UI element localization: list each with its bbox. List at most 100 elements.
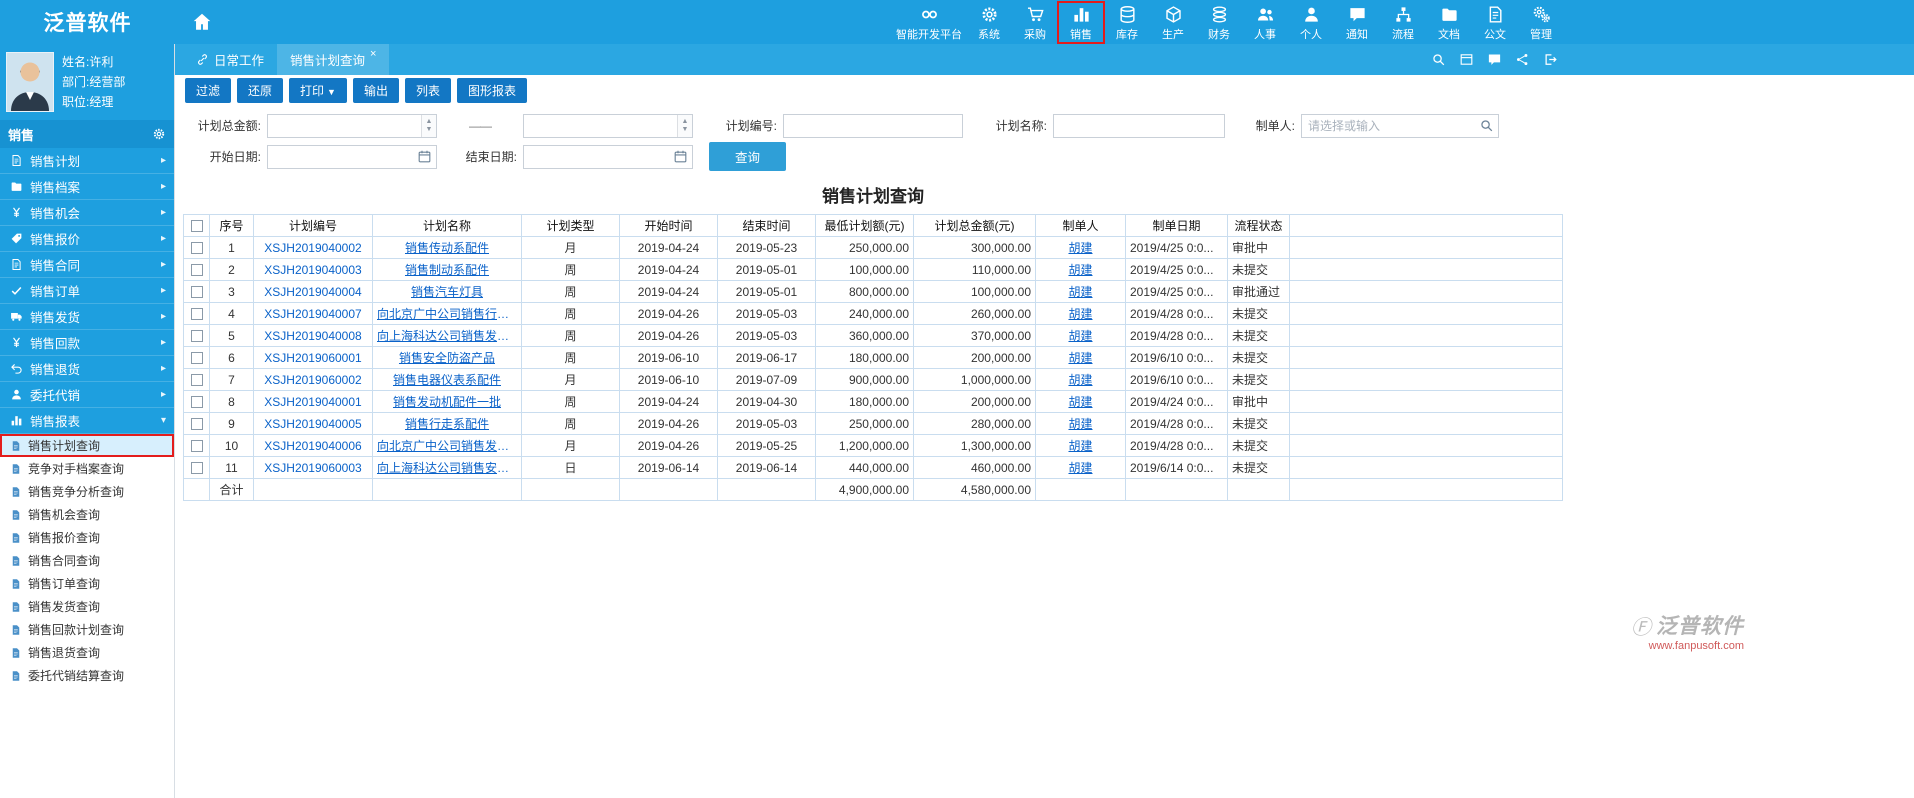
message-icon[interactable] [1487,52,1502,67]
sidebar-menu-item[interactable]: 销售计划 ▸ [0,148,174,174]
creator-input[interactable] [1301,114,1499,138]
query-button[interactable]: 查询 [709,142,786,171]
toolbar-button[interactable]: 输出 [353,78,399,103]
topnav-item[interactable]: 个人 [1288,2,1334,43]
plan-name-link[interactable]: 向北京广中公司销售发动机配 [377,437,517,454]
row-checkbox[interactable] [191,374,203,386]
plan-name-link[interactable]: 销售汽车灯具 [377,283,517,300]
sidebar-menu-item[interactable]: 销售机会 ▸ [0,200,174,226]
sidebar-submenu-item[interactable]: 销售回款计划查询 [0,618,174,641]
plan-no-link[interactable]: XSJH2019040005 [258,417,368,431]
topnav-item[interactable]: 流程 [1380,2,1426,43]
column-header[interactable]: 计划类型 [522,215,620,237]
sidebar-menu-item[interactable]: 销售回款 ▸ [0,330,174,356]
share-icon[interactable] [1515,52,1530,67]
sidebar-submenu-item[interactable]: 销售订单查询 [0,572,174,595]
sidebar-submenu-item[interactable]: 销售合同查询 [0,549,174,572]
plan-name-link[interactable]: 销售安全防盗产品 [377,349,517,366]
column-header[interactable]: 序号 [210,215,254,237]
plan-no-link[interactable]: XSJH2019040004 [258,285,368,299]
sidebar-submenu-item[interactable]: 销售机会查询 [0,503,174,526]
creator-link[interactable]: 胡建 [1040,371,1121,388]
creator-link[interactable]: 胡建 [1040,349,1121,366]
plan-no-link[interactable]: XSJH2019060003 [258,461,368,475]
plan-name-link[interactable]: 向上海科达公司销售安全防盗 [377,459,517,476]
column-header[interactable]: 计划编号 [254,215,373,237]
plan-name-link[interactable]: 向上海科达公司销售发动机配 [377,327,517,344]
sidebar-menu-item[interactable]: 销售订单 ▸ [0,278,174,304]
plan-no-link[interactable]: XSJH2019040002 [258,241,368,255]
plan-name-link[interactable]: 向北京广中公司销售行走系配 [377,305,517,322]
sidebar-submenu-item[interactable]: 销售报价查询 [0,526,174,549]
row-checkbox[interactable] [191,330,203,342]
column-header[interactable]: 结束时间 [718,215,816,237]
window-icon[interactable] [1459,52,1474,67]
tab[interactable]: 日常工作 [183,44,277,75]
toolbar-button[interactable]: 图形报表 [457,78,527,103]
row-checkbox[interactable] [191,418,203,430]
sidebar-menu-item[interactable]: 委托代销 ▸ [0,382,174,408]
toolbar-button[interactable]: 还原 [237,78,283,103]
sidebar-menu-item[interactable]: 销售报价 ▸ [0,226,174,252]
calendar-icon[interactable] [673,149,688,164]
plan-no-link[interactable]: XSJH2019040001 [258,395,368,409]
plan-name-link[interactable]: 销售传动系配件 [377,239,517,256]
row-checkbox[interactable] [191,462,203,474]
end-date-input[interactable] [523,145,693,169]
home-icon[interactable] [191,11,213,33]
sidebar-menu-item[interactable]: 销售合同 ▸ [0,252,174,278]
plan-no-link[interactable]: XSJH2019040003 [258,263,368,277]
sidebar-menu-item[interactable]: 销售档案 ▸ [0,174,174,200]
row-checkbox[interactable] [191,242,203,254]
row-checkbox[interactable] [191,308,203,320]
plan-name-input[interactable] [1053,114,1225,138]
toolbar-button[interactable]: 过滤 [185,78,231,103]
column-header[interactable]: 最低计划额(元) [816,215,914,237]
plan-name-link[interactable]: 销售行走系配件 [377,415,517,432]
plan-name-link[interactable]: 销售发动机配件一批 [377,393,517,410]
topnav-item[interactable]: 公文 [1472,2,1518,43]
exit-icon[interactable] [1543,52,1558,67]
search-icon[interactable] [1431,52,1446,67]
spinner-arrows[interactable]: ▲▼ [421,115,436,137]
toolbar-button[interactable]: 打印▼ [289,78,347,103]
creator-link[interactable]: 胡建 [1040,393,1121,410]
amount-min-input[interactable] [267,114,437,138]
toolbar-button[interactable]: 列表 [405,78,451,103]
column-header[interactable]: 流程状态 [1228,215,1290,237]
creator-link[interactable]: 胡建 [1040,239,1121,256]
sidebar-submenu-item[interactable]: 销售退货查询 [0,641,174,664]
topnav-item[interactable]: 财务 [1196,2,1242,43]
topnav-item[interactable]: 文档 [1426,2,1472,43]
amount-max-input[interactable] [523,114,693,138]
column-header[interactable]: 制单人 [1036,215,1126,237]
settings-gear-icon[interactable] [152,127,166,141]
creator-link[interactable]: 胡建 [1040,305,1121,322]
creator-link[interactable]: 胡建 [1040,437,1121,454]
plan-no-link[interactable]: XSJH2019060001 [258,351,368,365]
plan-name-link[interactable]: 销售电器仪表系配件 [377,371,517,388]
topnav-item[interactable]: 采购 [1012,2,1058,43]
creator-link[interactable]: 胡建 [1040,415,1121,432]
plan-no-link[interactable]: XSJH2019040007 [258,307,368,321]
topnav-item[interactable]: 库存 [1104,2,1150,43]
column-header[interactable]: 开始时间 [620,215,718,237]
plan-no-input[interactable] [783,114,963,138]
sidebar-submenu-item[interactable]: 竞争对手档案查询 [0,457,174,480]
calendar-icon[interactable] [417,149,432,164]
topnav-item[interactable]: 通知 [1334,2,1380,43]
sidebar-menu-item[interactable]: 销售报表 ▾ [0,408,174,434]
topnav-item[interactable]: 人事 [1242,2,1288,43]
tab[interactable]: 销售计划查询 × [277,44,389,75]
creator-link[interactable]: 胡建 [1040,327,1121,344]
plan-no-link[interactable]: XSJH2019060002 [258,373,368,387]
topnav-item[interactable]: 管理 [1518,2,1564,43]
creator-link[interactable]: 胡建 [1040,261,1121,278]
plan-no-link[interactable]: XSJH2019040006 [258,439,368,453]
sidebar-submenu-item[interactable]: 销售发货查询 [0,595,174,618]
creator-link[interactable]: 胡建 [1040,459,1121,476]
row-checkbox[interactable] [191,440,203,452]
search-icon[interactable] [1479,118,1494,133]
row-checkbox[interactable] [191,396,203,408]
plan-name-link[interactable]: 销售制动系配件 [377,261,517,278]
